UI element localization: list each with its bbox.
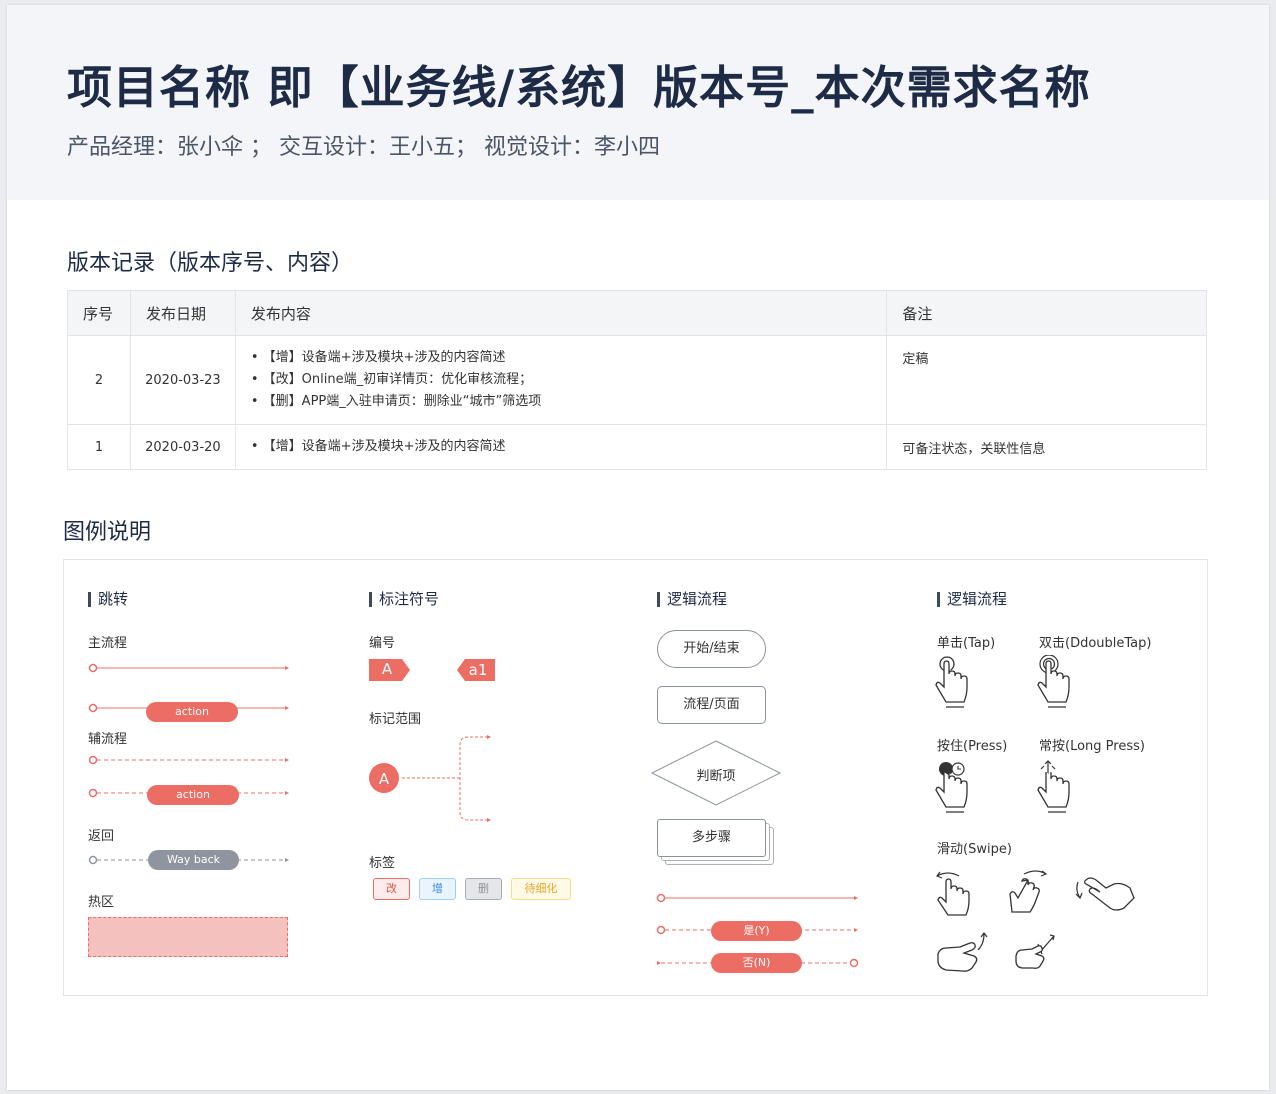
yes-pill: 是(Y) — [711, 921, 802, 941]
arrow-head — [657, 961, 661, 965]
swipe-label: 滑动(Swipe) — [937, 842, 1012, 857]
header-banner: 项目名称 即【业务线/系统】版本号_本次需求名称 产品经理：张小伞 ； 交互设计… — [7, 5, 1269, 200]
marks-group-title: 标注符号 — [369, 592, 439, 607]
press-label: 按住(Press) — [937, 739, 1008, 754]
flow-start-dot — [656, 925, 666, 935]
no-pill: 否(N) — [711, 953, 802, 973]
table-row: 2 2020-03-23 【增】设备端+涉及模块+涉及的内容简述 【改】Onli… — [67, 335, 1207, 425]
back-label: 返回 — [88, 829, 115, 844]
arrow-head — [487, 818, 491, 822]
jump-group-title: 跳转 — [88, 592, 128, 607]
press-gesture-icon — [935, 762, 968, 813]
long-press-label: 常按(Long Press) — [1039, 739, 1145, 754]
row-content: 【增】设备端+涉及模块+涉及的内容简述 【改】Online端_初审详情页：优化审… — [234, 335, 888, 425]
arrow-head — [854, 928, 858, 932]
legend-section-title: 图例说明 — [63, 520, 152, 545]
arrow-head — [285, 858, 289, 862]
row-date: 2020-03-23 — [129, 335, 236, 425]
content-item: 【增】设备端+涉及模块+涉及的内容简述 — [251, 347, 887, 369]
hotspot-label: 热区 — [88, 895, 115, 910]
column-header-note: 备注 — [886, 290, 1207, 336]
version-section-title: 版本记录（版本序号、内容） — [67, 251, 354, 276]
page-title: 项目名称 即【业务线/系统】版本号_本次需求名称 — [67, 61, 1091, 114]
swipe-up-right-gesture-icon — [937, 932, 988, 972]
multi-step-node: 多步骤 — [657, 819, 766, 857]
main-flow-label: 主流程 — [88, 636, 128, 651]
range-bracket — [459, 736, 488, 821]
tags-label: 标签 — [369, 856, 396, 871]
tag-to-refine: 待细化 — [511, 878, 571, 900]
column-header-no: 序号 — [67, 290, 131, 336]
arrow-head — [285, 706, 289, 710]
tag-add: 增 — [419, 878, 456, 900]
tag-modify: 改 — [373, 878, 410, 900]
range-badge: A — [378, 770, 390, 788]
flow-start-dot — [88, 855, 98, 865]
row-note: 可备注状态，关联性信息 — [886, 424, 1207, 470]
aux-action-pill: action — [147, 785, 239, 805]
swipe-point-left-gesture-icon — [1075, 877, 1135, 911]
arrow-head — [854, 896, 858, 900]
numbering-label: 编号 — [369, 636, 396, 651]
arrow-head — [285, 791, 289, 795]
long-press-gesture-icon — [1037, 760, 1070, 813]
legend-panel: 跳转 主流程 action 辅流程 action 返回 Way back 热区 … — [63, 559, 1208, 996]
column-header-date: 发布日期 — [129, 290, 236, 336]
content-item: 【增】设备端+涉及模块+涉及的内容简述 — [251, 436, 887, 458]
flow-start-dot — [88, 703, 98, 713]
arrow-head — [285, 758, 289, 762]
process-page-node: 流程/页面 — [657, 686, 766, 724]
row-date: 2020-03-20 — [129, 424, 236, 470]
hotspot-area — [88, 917, 288, 957]
flow-start-dot — [88, 755, 98, 765]
document-page: 项目名称 即【业务线/系统】版本号_本次需求名称 产品经理：张小伞 ； 交互设计… — [7, 5, 1269, 1090]
double-tap-label: 双击(DdoubleTap) — [1039, 636, 1152, 651]
double-tap-gesture-icon — [1037, 655, 1070, 708]
tap-gesture-icon — [935, 656, 968, 708]
version-table: 序号 发布日期 发布内容 备注 2 2020-03-23 【增】设备端+涉及模块… — [67, 290, 1207, 470]
row-no: 2 — [67, 335, 131, 425]
flow-start-dot — [88, 663, 98, 673]
swipe-diagonal-gesture-icon — [1015, 934, 1055, 969]
flow-end-dot — [849, 958, 859, 968]
row-content: 【增】设备端+涉及模块+涉及的内容简述 — [234, 424, 888, 470]
aux-flow-label: 辅流程 — [88, 732, 128, 747]
action-pill: action — [146, 702, 238, 722]
badge-a1: a1 — [468, 661, 488, 679]
badge-a: A — [381, 660, 393, 678]
column-header-content: 发布内容 — [234, 290, 888, 336]
table-row: 1 2020-03-20 【增】设备端+涉及模块+涉及的内容简述 可备注状态，关… — [67, 424, 1207, 470]
gestures-group-title: 逻辑流程 — [937, 592, 1007, 607]
team-credits: 产品经理：张小伞 ； 交互设计：王小五； 视觉设计：李小四 — [67, 135, 660, 160]
flow-start-dot — [88, 788, 98, 798]
content-item: 【改】Online端_初审详情页：优化审核流程； — [251, 369, 887, 391]
way-back-pill: Way back — [148, 850, 239, 870]
arrow-head — [285, 666, 289, 670]
logic-group-title: 逻辑流程 — [657, 592, 727, 607]
arrow-head — [487, 735, 491, 739]
flow-start-dot — [656, 893, 666, 903]
tag-delete: 删 — [465, 878, 502, 900]
swipe-left-gesture-icon — [936, 871, 970, 916]
content-item: 【删】APP端_入驻申请页：删除业“城市”筛选项 — [251, 391, 887, 413]
decision-label: 判断项 — [696, 769, 736, 784]
start-end-node: 开始/结束 — [657, 630, 766, 668]
table-header-row: 序号 发布日期 发布内容 备注 — [67, 290, 1207, 336]
row-no: 1 — [67, 424, 131, 470]
row-note: 定稿 — [886, 335, 1207, 425]
range-label: 标记范围 — [369, 712, 422, 727]
tap-label: 单击(Tap) — [937, 636, 996, 651]
swipe-right-gesture-icon — [1009, 870, 1048, 913]
